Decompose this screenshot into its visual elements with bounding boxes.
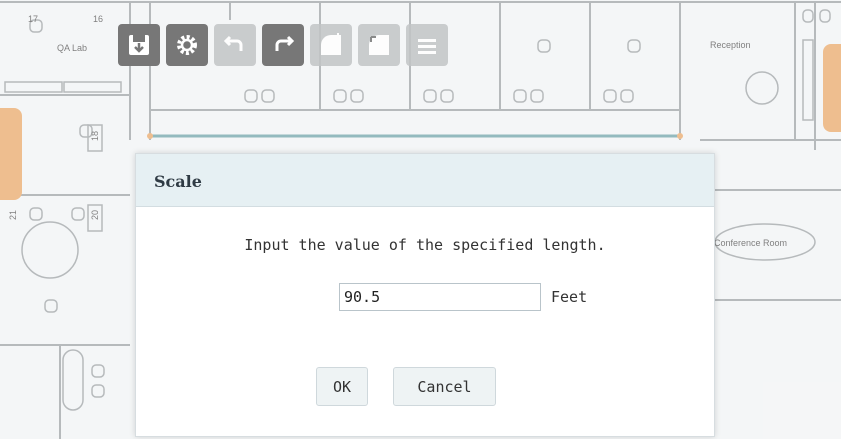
dialog-header <box>136 154 714 207</box>
scale-dialog: Scale Input the value of the specified l… <box>135 153 715 437</box>
unit-label: Feet <box>551 288 588 306</box>
cancel-button[interactable]: Cancel <box>393 367 496 406</box>
dialog-message: Input the value of the specified length. <box>244 236 606 254</box>
length-value-input[interactable] <box>339 283 541 311</box>
ok-button[interactable]: OK <box>316 367 368 406</box>
dialog-title: Scale <box>154 172 202 191</box>
